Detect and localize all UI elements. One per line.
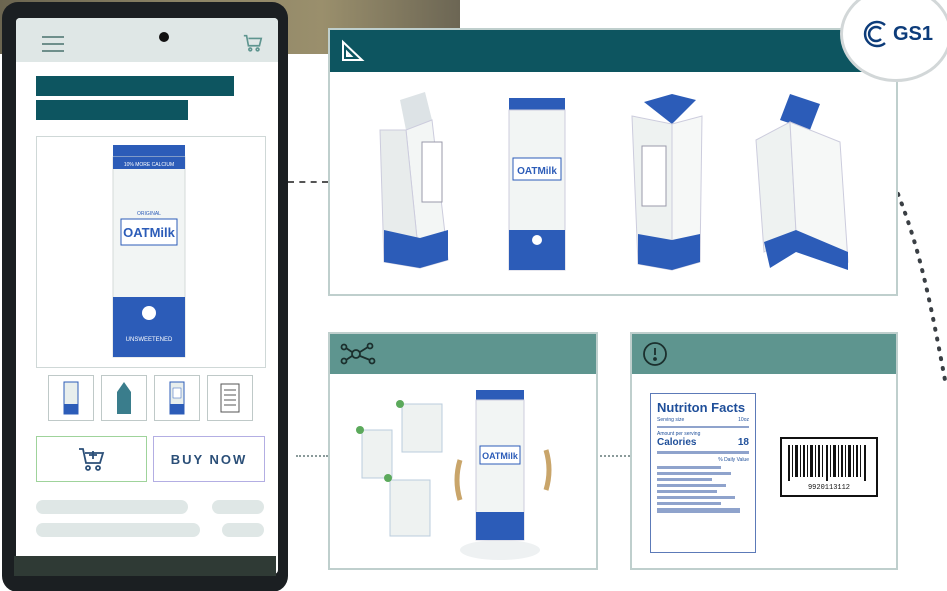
hero-variant: ORIGINAL: [137, 211, 161, 217]
servings-value: 10oz: [738, 417, 749, 423]
nutrition-facts-label: Nutriton Facts Serving size 10oz Amount …: [650, 393, 756, 553]
ruler-triangle-icon: [342, 39, 365, 61]
hero-top-label: 10% MORE CALCIUM: [124, 162, 174, 168]
dv-label: % Daily Value: [718, 457, 749, 463]
divider: [657, 426, 749, 428]
calories-label: Calories: [657, 437, 697, 448]
barcode: 9920113112: [780, 437, 878, 497]
phone-screen: 10% MORE CALCIUM ORIGINAL OATMilk UNSWEE…: [16, 18, 278, 574]
placeholder-line: [36, 523, 200, 537]
calories-row: Calories 18: [657, 437, 749, 448]
panel-3d-header: [330, 30, 896, 72]
panel-product-variants: OATMilk: [328, 332, 598, 570]
thumbnail-side[interactable]: [101, 375, 147, 421]
carton-view-angle-right: [755, 94, 849, 270]
carton-view-side: [631, 94, 703, 271]
barcode-bars: [788, 445, 866, 481]
connector-line: [296, 455, 328, 457]
carton-view-angle-left: [379, 92, 449, 269]
collage-product-name: OATMilk: [482, 451, 519, 461]
nutrient-line: [657, 490, 717, 493]
nutrient-line: [657, 508, 740, 513]
gs1-logo-text: GS1: [892, 22, 934, 45]
cart-icon[interactable]: [242, 32, 264, 54]
hero-product-name: OATMilk: [123, 225, 176, 240]
app-top-bar: [16, 18, 278, 62]
variant-collage: OATMilk: [356, 390, 552, 560]
add-to-cart-icon: [78, 448, 104, 471]
nutrient-line: [657, 472, 731, 475]
thumbnail-strip: [48, 375, 253, 421]
servings-row: Serving size 10oz: [657, 417, 749, 423]
divider: [657, 451, 749, 454]
nutrient-line: [657, 484, 726, 487]
buy-now-button[interactable]: BUY NOW: [153, 436, 265, 482]
nutrient-line: [657, 478, 713, 481]
nutrient-line: [657, 502, 722, 505]
servings-label: Serving size: [657, 417, 685, 423]
dv-row: % Daily Value: [657, 457, 749, 463]
nutrition-title: Nutriton Facts: [657, 400, 746, 415]
panel-info-header: [632, 334, 896, 374]
carton-view-front: OATMilk: [508, 98, 566, 271]
barcode-number: 9920113112: [807, 484, 850, 492]
hamburger-icon[interactable]: [42, 36, 64, 52]
placeholder-line: [222, 523, 264, 537]
decorative-dotted-curve: [896, 192, 947, 382]
product-hero-image[interactable]: 10% MORE CALCIUM ORIGINAL OATMilk UNSWEE…: [36, 136, 266, 368]
connector-line: [600, 455, 630, 457]
add-to-cart-button[interactable]: [36, 436, 147, 482]
background-photo-bottom: [14, 556, 276, 576]
thumbnail-front[interactable]: [48, 375, 94, 421]
gs1-swirl-icon: [863, 20, 886, 48]
connector-line: [288, 181, 328, 183]
placeholder-line: [212, 500, 264, 514]
thumbnail-back[interactable]: [154, 375, 200, 421]
panel-variants-header: [330, 334, 596, 374]
panel-3d-views: OATMilk: [328, 28, 898, 296]
front-product-name: OATMilk: [517, 166, 557, 177]
camera-notch: [159, 32, 169, 42]
product-title-placeholder: [36, 76, 234, 96]
thumbnail-nutrition[interactable]: [207, 375, 253, 421]
hero-carton: 10% MORE CALCIUM ORIGINAL OATMilk UNSWEE…: [112, 145, 186, 358]
network-nodes-icon: [340, 342, 376, 365]
nutrient-line: [657, 496, 736, 499]
hero-bottom-label: UNSWEETENED: [126, 337, 173, 343]
alert-circle-icon: [643, 342, 667, 366]
calories-value: 18: [737, 437, 749, 448]
product-subtitle-placeholder: [36, 100, 188, 120]
nutrient-line: [657, 466, 722, 469]
placeholder-line: [36, 500, 188, 514]
phone-device: 10% MORE CALCIUM ORIGINAL OATMilk UNSWEE…: [2, 2, 288, 591]
